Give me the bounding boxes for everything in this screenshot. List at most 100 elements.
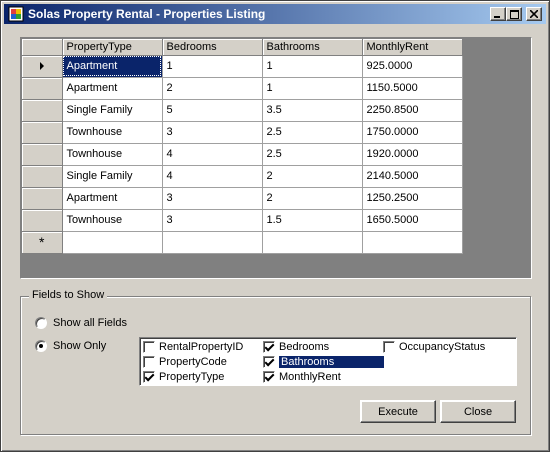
cell-bathrooms[interactable]: 2 [262, 187, 363, 210]
row-header[interactable] [22, 209, 63, 232]
new-cell-monthly-rent[interactable] [362, 231, 463, 254]
table-row[interactable]: Townhouse 4 2.5 1920.0000 [22, 143, 463, 166]
cell-property-type[interactable]: Townhouse [62, 121, 163, 144]
checklist-item-label: PropertyCode [159, 355, 227, 368]
checklist-item-property-type[interactable]: PropertyType [143, 369, 224, 384]
fields-checklist[interactable]: RentalPropertyID PropertyCode PropertyTy… [139, 337, 517, 386]
grid-header-row: PropertyType Bedrooms Bathrooms MonthlyR… [22, 39, 463, 56]
main-window: Solas Property Rental - Properties Listi… [0, 0, 550, 452]
grid-table: PropertyType Bedrooms Bathrooms MonthlyR… [22, 39, 463, 254]
table-row[interactable]: Townhouse 3 1.5 1650.5000 [22, 209, 463, 232]
properties-grid[interactable]: PropertyType Bedrooms Bathrooms MonthlyR… [20, 37, 532, 279]
checkbox[interactable] [143, 340, 155, 353]
cell-property-type[interactable]: Apartment [62, 55, 163, 78]
column-header-bedrooms[interactable]: Bedrooms [162, 39, 263, 56]
checklist-item-rental-property-id[interactable]: RentalPropertyID [143, 339, 243, 354]
new-cell-bedrooms[interactable] [162, 231, 263, 254]
radio-selected-dot [39, 344, 43, 348]
checklist-item-monthly-rent[interactable]: MonthlyRent [263, 369, 341, 384]
minimize-button[interactable] [490, 7, 506, 21]
row-header[interactable] [22, 143, 63, 166]
show-only-radio[interactable]: Show Only [35, 340, 106, 352]
maximize-button[interactable] [506, 7, 522, 21]
cell-bedrooms[interactable]: 5 [162, 99, 263, 122]
table-row[interactable]: Townhouse 3 2.5 1750.0000 [22, 121, 463, 144]
cell-bathrooms[interactable]: 1 [262, 77, 363, 100]
cell-property-type[interactable]: Apartment [62, 187, 163, 210]
close-button[interactable]: Close [440, 400, 516, 423]
cell-monthly-rent[interactable]: 2250.8500 [362, 99, 463, 122]
checkbox[interactable] [263, 355, 275, 368]
cell-bedrooms[interactable]: 3 [162, 187, 263, 210]
cell-monthly-rent[interactable]: 1250.2500 [362, 187, 463, 210]
cell-property-type[interactable]: Single Family [62, 165, 163, 188]
new-row-header[interactable]: * [22, 231, 63, 254]
show-all-fields-radio[interactable]: Show all Fields [35, 317, 127, 329]
cell-monthly-rent[interactable]: 1750.0000 [362, 121, 463, 144]
cell-property-type[interactable]: Townhouse [62, 143, 163, 166]
cell-bathrooms[interactable]: 1.5 [262, 209, 363, 232]
row-header[interactable] [22, 55, 63, 78]
column-header-property-type[interactable]: PropertyType [62, 39, 163, 56]
cell-property-type[interactable]: Townhouse [62, 209, 163, 232]
cell-monthly-rent[interactable]: 2140.5000 [362, 165, 463, 188]
row-header[interactable] [22, 77, 63, 100]
cell-bedrooms[interactable]: 4 [162, 165, 263, 188]
radio-label: Show Only [53, 340, 107, 352]
table-row[interactable]: Single Family 5 3.5 2250.8500 [22, 99, 463, 122]
checklist-item-occupancy-status[interactable]: OccupancyStatus [383, 339, 485, 354]
table-row[interactable]: Apartment 3 2 1250.2500 [22, 187, 463, 210]
row-header[interactable] [22, 99, 63, 122]
column-header-monthly-rent[interactable]: MonthlyRent [362, 39, 463, 56]
title-bar[interactable]: Solas Property Rental - Properties Listi… [4, 4, 546, 24]
new-row[interactable]: * [22, 231, 463, 254]
maximize-icon [509, 9, 519, 19]
checklist-item-label: RentalPropertyID [159, 340, 244, 353]
cell-bathrooms[interactable]: 2.5 [262, 143, 363, 166]
new-cell-property-type[interactable] [62, 231, 163, 254]
close-window-button[interactable] [526, 7, 542, 21]
window-title: Solas Property Rental - Properties Listi… [28, 7, 266, 21]
cell-bedrooms[interactable]: 4 [162, 143, 263, 166]
table-row[interactable]: Single Family 4 2 2140.5000 [22, 165, 463, 188]
fields-to-show-group: Fields to Show Show all Fields Show Only… [20, 289, 531, 435]
checkbox[interactable] [143, 355, 155, 368]
cell-bedrooms[interactable]: 3 [162, 209, 263, 232]
checklist-item-bedrooms[interactable]: Bedrooms [263, 339, 329, 354]
cell-bathrooms[interactable]: 2 [262, 165, 363, 188]
checklist-item-bathrooms[interactable]: Bathrooms [263, 354, 384, 369]
checkbox[interactable] [383, 340, 395, 353]
checkbox[interactable] [263, 370, 275, 383]
row-header[interactable] [22, 187, 63, 210]
row-header[interactable] [22, 165, 63, 188]
row-header[interactable] [22, 121, 63, 144]
checklist-item-label: Bathrooms [279, 355, 384, 368]
row-header-corner[interactable] [22, 39, 63, 56]
checkbox[interactable] [263, 340, 275, 353]
cell-monthly-rent[interactable]: 1150.5000 [362, 77, 463, 100]
cell-monthly-rent[interactable]: 925.0000 [362, 55, 463, 78]
column-header-bathrooms[interactable]: Bathrooms [262, 39, 363, 56]
checkbox[interactable] [143, 370, 155, 383]
execute-button[interactable]: Execute [360, 400, 436, 423]
checklist-item-label: Bedrooms [279, 340, 330, 353]
checklist-item-property-code[interactable]: PropertyCode [143, 354, 227, 369]
app-icon [8, 6, 24, 22]
cell-bathrooms[interactable]: 1 [262, 55, 363, 78]
cell-bathrooms[interactable]: 3.5 [262, 99, 363, 122]
cell-monthly-rent[interactable]: 1920.0000 [362, 143, 463, 166]
cell-property-type[interactable]: Single Family [62, 99, 163, 122]
cell-bedrooms[interactable]: 1 [162, 55, 263, 78]
checklist-item-label: OccupancyStatus [399, 340, 486, 353]
close-icon [530, 10, 538, 18]
cell-property-type[interactable]: Apartment [62, 77, 163, 100]
cell-bedrooms[interactable]: 2 [162, 77, 263, 100]
new-cell-bathrooms[interactable] [262, 231, 363, 254]
minimize-icon [494, 15, 500, 18]
cell-bedrooms[interactable]: 3 [162, 121, 263, 144]
table-row[interactable]: Apartment 1 1 925.0000 [22, 55, 463, 78]
radio-circle [35, 317, 47, 329]
cell-monthly-rent[interactable]: 1650.5000 [362, 209, 463, 232]
table-row[interactable]: Apartment 2 1 1150.5000 [22, 77, 463, 100]
cell-bathrooms[interactable]: 2.5 [262, 121, 363, 144]
